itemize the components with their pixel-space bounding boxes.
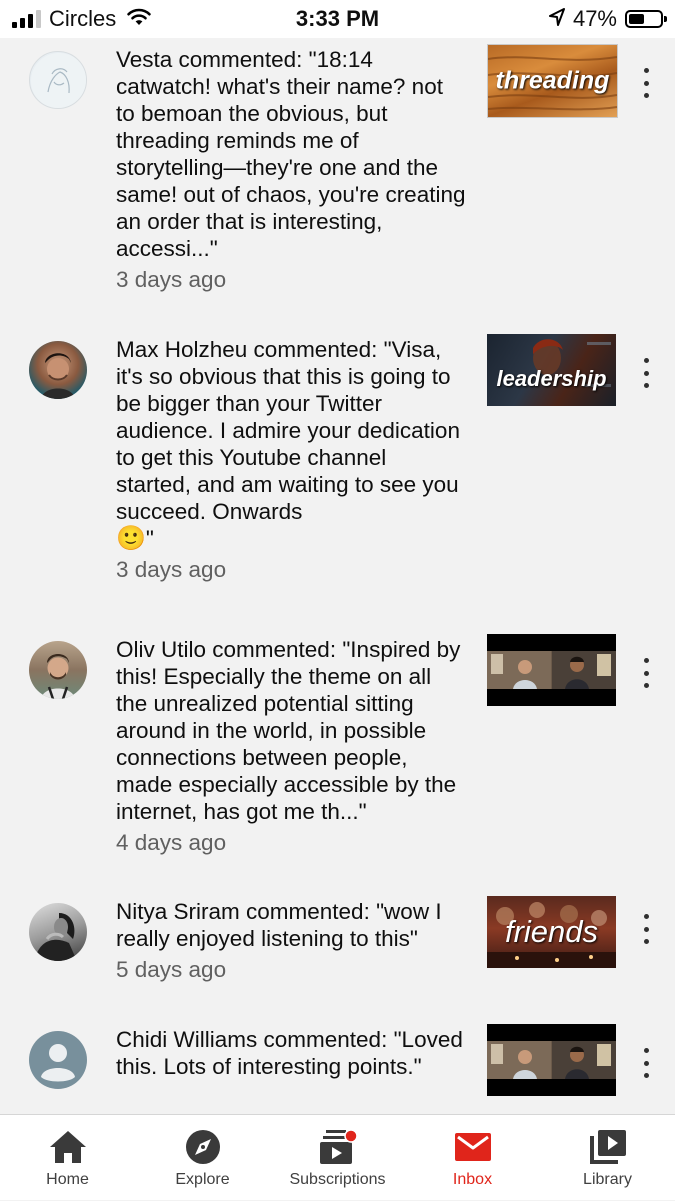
- nav-label: Home: [46, 1171, 89, 1188]
- nav-label: Subscriptions: [289, 1171, 386, 1188]
- video-thumbnail[interactable]: threading: [487, 44, 618, 118]
- notification-time: 3 days ago: [116, 267, 227, 292]
- notification-text-end: ": [145, 526, 154, 551]
- battery-icon: [625, 10, 667, 28]
- nav-library[interactable]: Library: [540, 1115, 675, 1201]
- home-icon: [46, 1127, 90, 1167]
- nav-inbox[interactable]: Inbox: [405, 1115, 540, 1201]
- avatar[interactable]: [29, 51, 87, 109]
- thumbnail-title: friends: [504, 914, 599, 949]
- notification-text: Chidi Williams commented: "Loved this. L…: [116, 1027, 463, 1079]
- avatar[interactable]: [29, 903, 87, 961]
- video-thumbnail[interactable]: [487, 634, 616, 706]
- more-options-icon[interactable]: [636, 358, 656, 388]
- video-thumbnail[interactable]: friends: [487, 896, 616, 968]
- video-thumbnail[interactable]: leadership: [487, 334, 616, 406]
- thumbnail-title: threading: [495, 66, 610, 95]
- inbox-icon: [451, 1127, 495, 1167]
- video-thumbnail[interactable]: [487, 1024, 616, 1096]
- thumbnail-title: leadership: [496, 365, 607, 391]
- battery-percent: 47%: [572, 6, 617, 31]
- wifi-icon: [126, 7, 152, 32]
- subscriptions-icon: [316, 1127, 360, 1167]
- notification-time: 5 days ago: [116, 957, 227, 982]
- nav-explore[interactable]: Explore: [135, 1115, 270, 1201]
- more-options-icon[interactable]: [636, 914, 656, 944]
- notification-text: Oliv Utilo commented: "Inspired by this!…: [116, 637, 461, 824]
- nav-label: Inbox: [452, 1171, 493, 1188]
- more-options-icon[interactable]: [636, 658, 656, 688]
- notification-item[interactable]: Nitya Sriram commented: "wow I really en…: [0, 890, 675, 1000]
- avatar[interactable]: [29, 341, 87, 399]
- avatar[interactable]: [29, 641, 87, 699]
- carrier-name: Circles: [49, 6, 117, 31]
- more-options-icon[interactable]: [636, 1048, 656, 1078]
- notification-time: 4 days ago: [116, 830, 227, 855]
- emoji: 🙂: [116, 525, 146, 552]
- compass-icon: [181, 1127, 225, 1167]
- location-arrow-icon: [548, 6, 565, 32]
- avatar[interactable]: [29, 1031, 87, 1089]
- notification-item[interactable]: Max Holzheu commented: "Visa, it's so ob…: [0, 328, 675, 593]
- notification-list[interactable]: Vesta commented: "18:14 catwatch! what's…: [0, 38, 675, 1114]
- notification-item[interactable]: Vesta commented: "18:14 catwatch! what's…: [0, 38, 675, 308]
- notification-text: Nitya Sriram commented: "wow I really en…: [116, 899, 442, 951]
- bottom-navigation: Home Explore Subscriptions Inbox Library: [0, 1114, 675, 1200]
- library-icon: [586, 1127, 630, 1167]
- notification-item[interactable]: Oliv Utilo commented: "Inspired by this!…: [0, 628, 675, 868]
- notification-text: Vesta commented: "18:14 catwatch! what's…: [116, 47, 466, 261]
- nav-label: Explore: [175, 1171, 230, 1188]
- notification-text: Max Holzheu commented: "Visa, it's so ob…: [116, 337, 460, 524]
- status-bar: Circles 3:33 PM 47%: [0, 0, 675, 38]
- nav-subscriptions[interactable]: Subscriptions: [270, 1115, 405, 1201]
- notification-time: 3 days ago: [116, 557, 227, 582]
- nav-home[interactable]: Home: [0, 1115, 135, 1201]
- more-options-icon[interactable]: [636, 68, 656, 98]
- signal-icon: [12, 10, 41, 28]
- notification-item[interactable]: Chidi Williams commented: "Loved this. L…: [0, 1018, 675, 1114]
- nav-label: Library: [583, 1171, 632, 1188]
